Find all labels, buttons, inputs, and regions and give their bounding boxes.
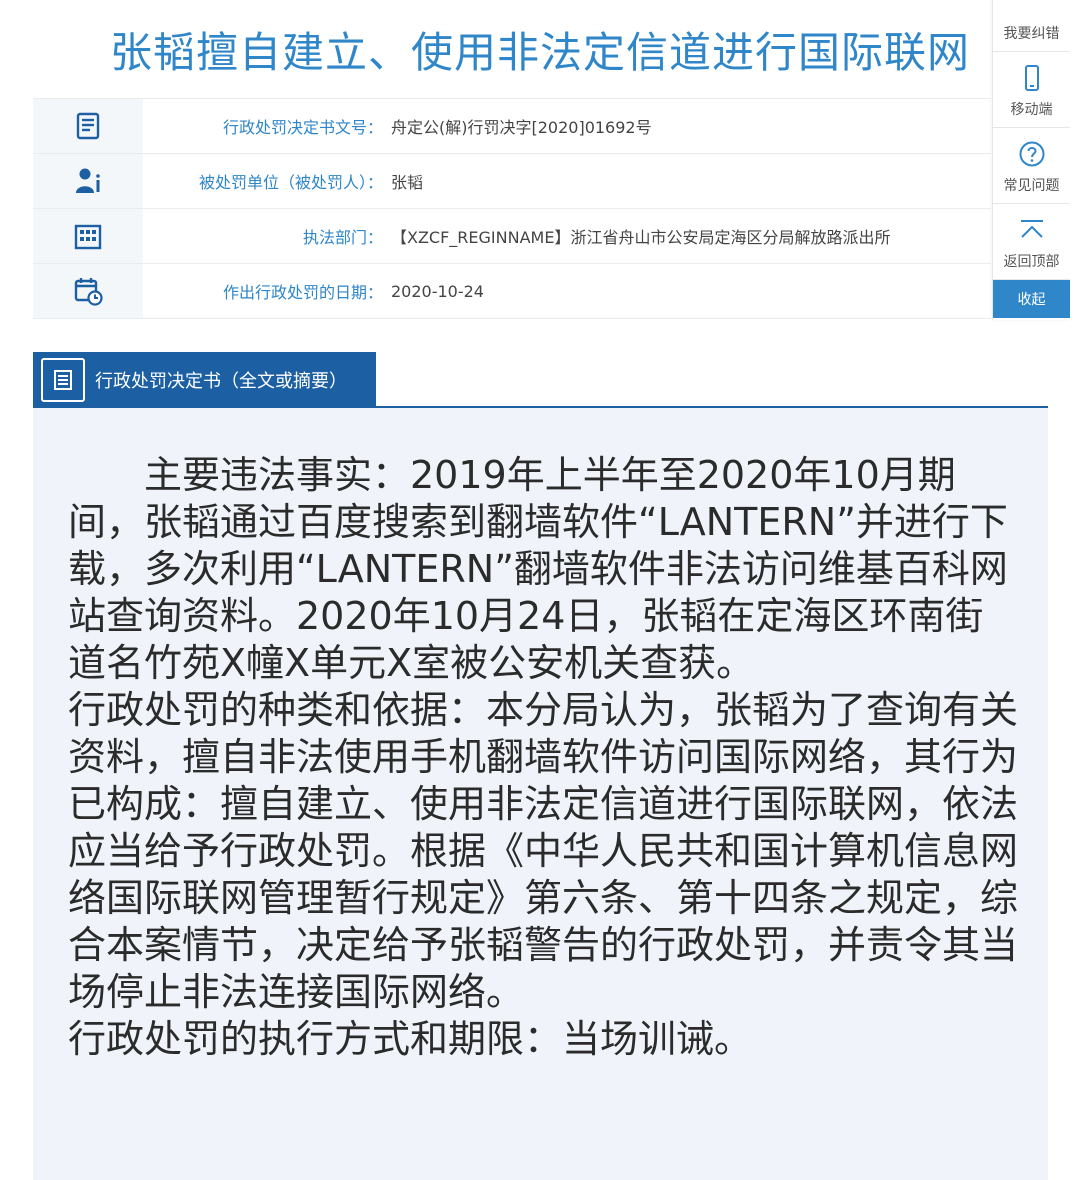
building-icon [74,224,102,250]
info-icon-cell [33,154,143,208]
calendar-clock-icon [74,278,103,306]
back-to-top-button[interactable]: 返回顶部 [993,204,1070,280]
floating-toolbar: 我要纠错 移动端 常见问题 返回顶部 收起 [992,0,1070,320]
person-info-icon [76,168,100,193]
mobile-phone-icon [1024,65,1039,91]
section-title: 行政处罚决定书（全文或摘要） [95,370,347,392]
mobile-label: 移动端 [1010,102,1053,118]
info-icon-cell [33,264,143,318]
info-label: 作出行政处罚的日期： [222,283,383,302]
faq-label: 常见问题 [1003,178,1060,194]
page-title: 张韬擅自建立、使用非法定信道进行国际联网 [109,28,970,77]
back-to-top-label: 返回顶部 [1003,254,1060,270]
question-circle-icon [1019,141,1044,167]
info-value: 张韬 [391,173,424,192]
info-label: 执法部门： [302,228,383,247]
decision-text: 主要违法事实：2019年上半年至2020年10月期间，张韬通过百度搜索到翻墙软件… [33,408,1048,1180]
info-table: 行政处罚决定书文号： 舟定公(解)行罚决字[2020]01692号 被处罚单位（… [33,98,991,319]
back-to-top-icon [1020,220,1043,238]
execution-method-paragraph: 行政处罚的执行方式和期限：当场训诫。 [68,1017,753,1061]
info-icon-cell [33,209,143,263]
info-value: 2020-10-24 [391,281,484,301]
info-icon-cell [33,99,143,153]
info-label: 行政处罚决定书文号： [222,118,383,137]
violation-facts-paragraph: 主要违法事实：2019年上半年至2020年10月期间，张韬通过百度搜索到翻墙软件… [68,453,1008,685]
section-header: 行政处罚决定书（全文或摘要） [33,352,376,407]
collapse-label: 收起 [1017,292,1046,308]
info-value: 【XZCF_REGINNAME】浙江省舟山市公安局定海区分局解放路派出所 [391,228,891,247]
info-row-document-number: 行政处罚决定书文号： 舟定公(解)行罚决字[2020]01692号 [33,99,991,154]
document-list-icon [76,112,100,140]
info-row-penalized-party: 被处罚单位（被处罚人）： 张韬 [33,154,991,209]
document-icon [41,357,85,402]
report-error-label: 我要纠错 [1003,26,1060,42]
info-row-penalty-date: 作出行政处罚的日期： 2020-10-24 [33,264,991,319]
collapse-button[interactable]: 收起 [993,280,1070,318]
faq-button[interactable]: 常见问题 [993,128,1070,204]
penalty-basis-paragraph: 行政处罚的种类和依据：本分局认为，张韬为了查询有关资料，擅自非法使用手机翻墙软件… [68,688,1019,1014]
info-label: 被处罚单位（被处罚人）： [198,173,383,192]
mobile-button[interactable]: 移动端 [993,52,1070,128]
info-row-enforcement-department: 执法部门： 【XZCF_REGINNAME】浙江省舟山市公安局定海区分局解放路派… [33,209,991,264]
report-error-button[interactable]: 我要纠错 [993,0,1070,52]
info-value: 舟定公(解)行罚决字[2020]01692号 [391,118,652,137]
